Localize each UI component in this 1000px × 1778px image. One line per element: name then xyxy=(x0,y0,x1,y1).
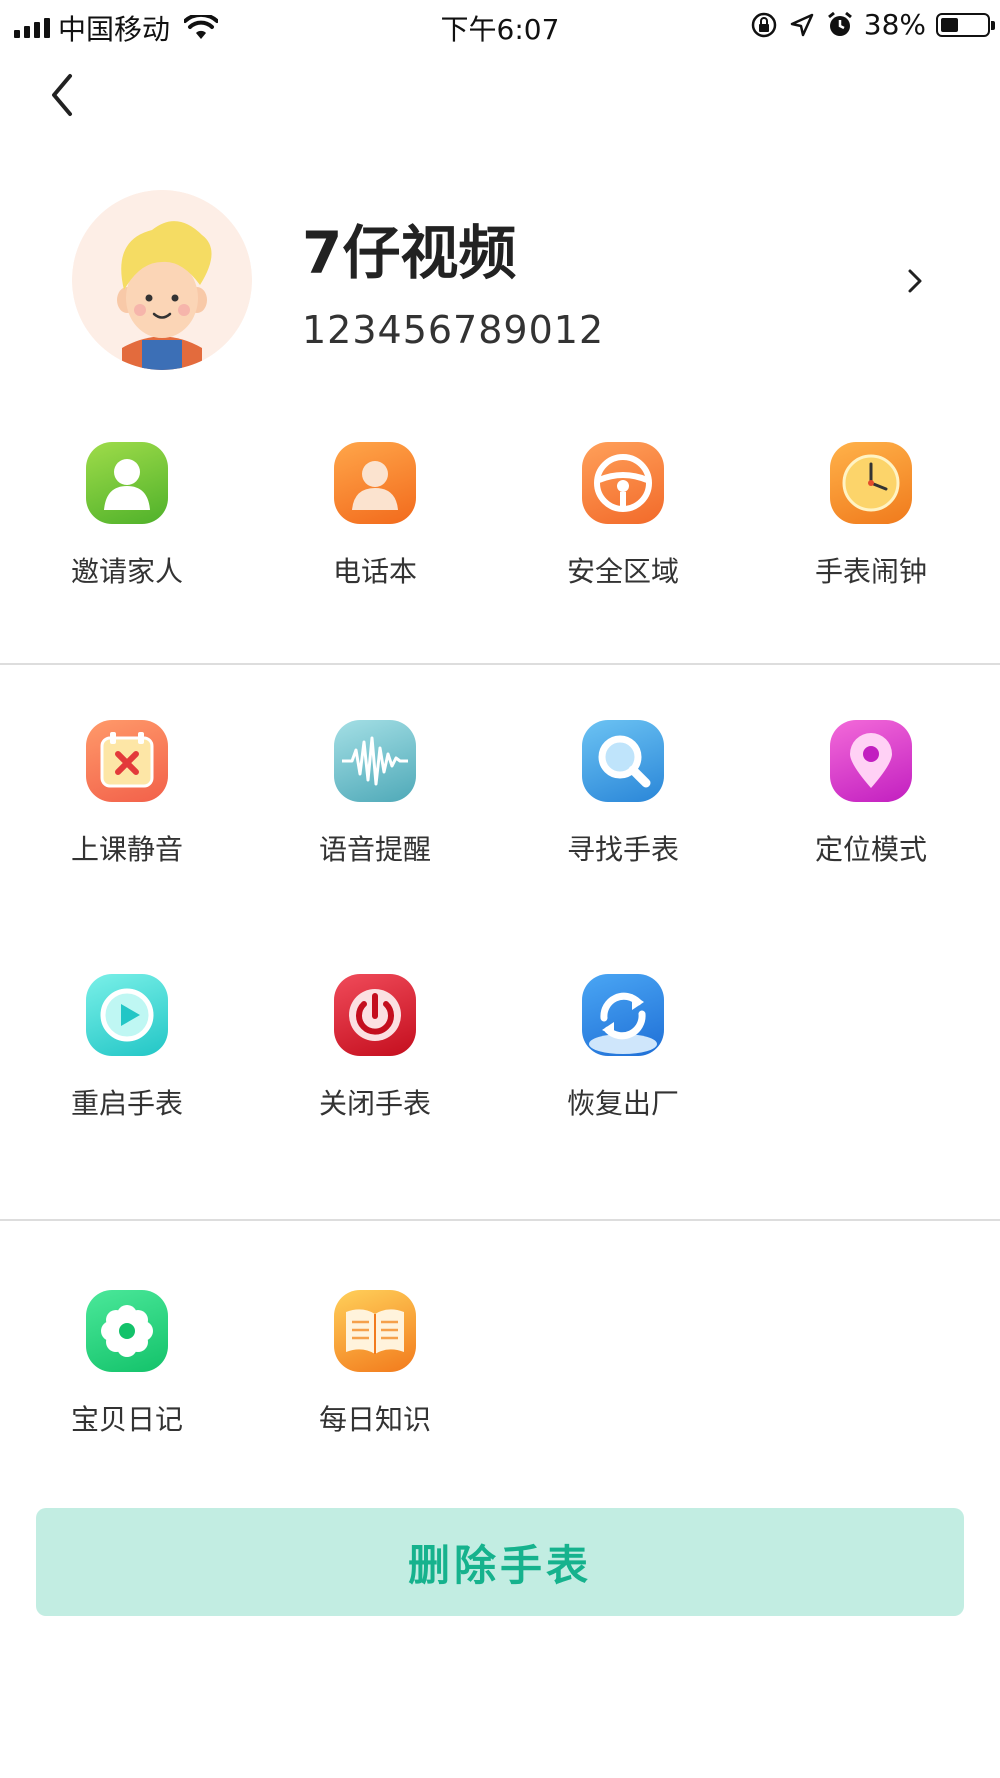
function-factory-reset[interactable]: 恢复出厂 xyxy=(499,974,747,1122)
device-id: 123456789012 xyxy=(302,308,605,352)
function-label: 宝贝日记 xyxy=(70,1403,183,1436)
location-arrow-icon xyxy=(790,13,814,36)
power-off-icon xyxy=(334,974,416,1056)
status-bar: 中国移动 下午6:07 38% xyxy=(0,0,1000,52)
factory-reset-icon xyxy=(582,974,664,1056)
section-divider xyxy=(0,1219,1000,1221)
function-label: 重启手表 xyxy=(70,1087,183,1120)
function-baby-diary[interactable]: 宝贝日记 xyxy=(3,1290,251,1438)
class-mute-icon xyxy=(86,720,168,802)
function-label: 每日知识 xyxy=(318,1403,431,1436)
daily-knowledge-icon xyxy=(334,1290,416,1372)
function-label: 定位模式 xyxy=(814,833,927,866)
function-label: 恢复出厂 xyxy=(566,1087,679,1120)
function-label: 关闭手表 xyxy=(318,1087,431,1120)
function-label: 手表闹钟 xyxy=(814,555,927,588)
function-daily-knowledge[interactable]: 每日知识 xyxy=(251,1290,499,1438)
function-find-watch[interactable]: 寻找手表 xyxy=(499,720,747,868)
battery-level xyxy=(941,17,958,32)
find-watch-icon xyxy=(582,720,664,802)
safe-zone-icon xyxy=(582,442,664,524)
function-phonebook[interactable]: 电话本 xyxy=(251,442,499,590)
function-voice-reminder[interactable]: 语音提醒 xyxy=(251,720,499,868)
function-location-mode[interactable]: 定位模式 xyxy=(747,720,995,868)
battery-icon xyxy=(936,12,995,37)
function-label: 上课静音 xyxy=(70,833,183,866)
function-invite-family[interactable]: 邀请家人 xyxy=(3,442,251,590)
function-label: 电话本 xyxy=(332,555,417,588)
back-arrow-icon[interactable] xyxy=(44,70,84,120)
chevron-right-icon[interactable] xyxy=(902,266,928,296)
function-label: 安全区域 xyxy=(566,555,679,588)
device-name: 7仔视频 xyxy=(302,219,517,287)
function-safe-zone[interactable]: 安全区域 xyxy=(499,442,747,590)
voice-reminder-icon xyxy=(334,720,416,802)
function-watch-alarm[interactable]: 手表闹钟 xyxy=(747,442,995,590)
function-restart-watch[interactable]: 重启手表 xyxy=(3,974,251,1122)
alarm-icon xyxy=(827,11,852,36)
phonebook-icon xyxy=(334,442,416,524)
restart-watch-icon xyxy=(86,974,168,1056)
delete-watch-button[interactable]: 删除手表 xyxy=(36,1508,964,1616)
child-avatar-icon xyxy=(72,190,252,370)
function-label: 语音提醒 xyxy=(318,833,431,866)
baby-diary-icon xyxy=(86,1290,168,1372)
battery-percent: 38% xyxy=(863,8,926,41)
function-label: 邀请家人 xyxy=(70,555,183,588)
avatar[interactable] xyxy=(72,190,252,370)
function-label: 寻找手表 xyxy=(566,833,679,866)
section-divider xyxy=(0,663,1000,665)
rotation-lock-icon xyxy=(751,12,777,37)
function-power-off[interactable]: 关闭手表 xyxy=(251,974,499,1122)
invite-family-icon xyxy=(86,442,168,524)
function-class-mute[interactable]: 上课静音 xyxy=(3,720,251,868)
watch-alarm-icon xyxy=(830,442,912,524)
location-mode-icon xyxy=(830,720,912,802)
